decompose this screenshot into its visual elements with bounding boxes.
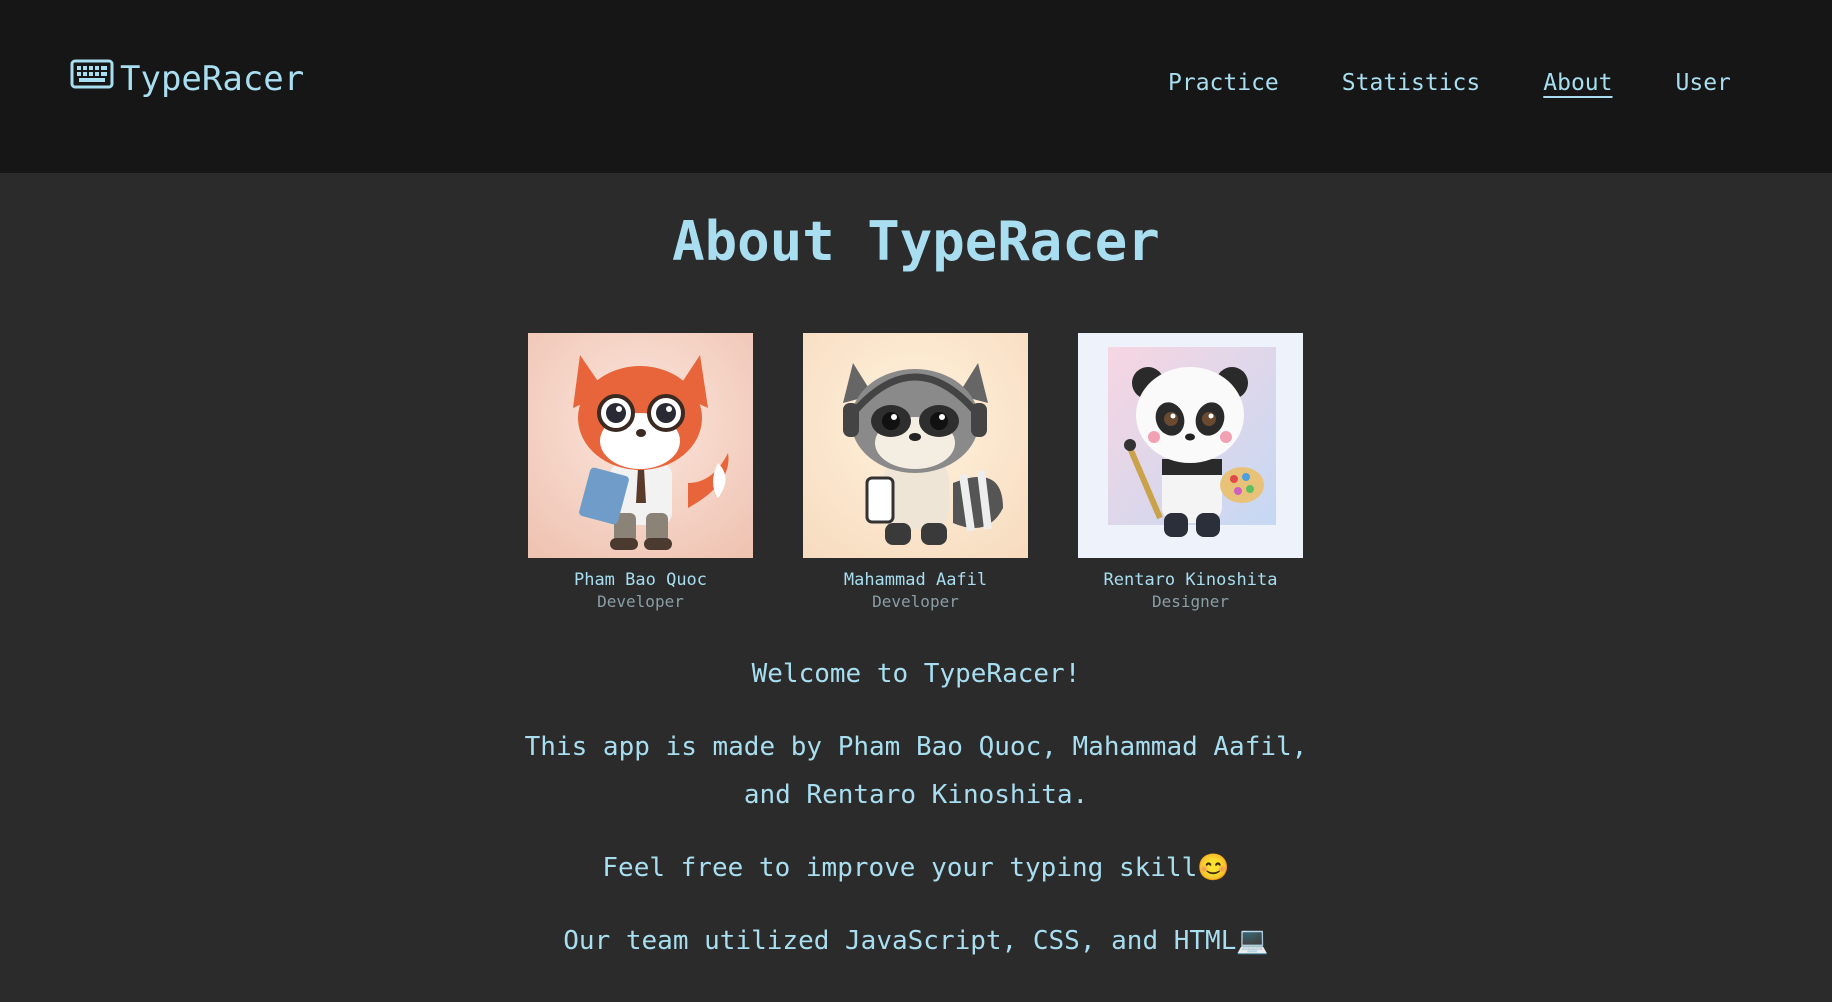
- team-member: Mahammad Aafil Developer: [803, 333, 1028, 611]
- fox-avatar: [528, 333, 753, 558]
- raccoon-avatar: [803, 333, 1028, 558]
- nav-statistics[interactable]: Statistics: [1342, 70, 1480, 96]
- member-name: Mahammad Aafil: [843, 570, 988, 590]
- nav-user[interactable]: User: [1676, 70, 1731, 96]
- about-text: Welcome to TypeRacer! This app is made b…: [0, 650, 1832, 990]
- page-title: About TypeRacer: [672, 210, 1160, 273]
- nav-practice[interactable]: Practice: [1168, 70, 1279, 96]
- brand-name: TypeRacer: [120, 58, 305, 99]
- member-name: Rentaro Kinoshita: [1103, 570, 1278, 590]
- nav-links: Practice Statistics About User: [1168, 70, 1794, 96]
- team-member: Pham Bao Quoc Developer: [528, 333, 753, 611]
- keyboard-icon: [70, 58, 114, 99]
- member-role: Developer: [872, 592, 959, 611]
- nav-about[interactable]: About: [1543, 70, 1612, 96]
- member-name: Pham Bao Quoc: [573, 570, 708, 590]
- tech-stack-text: Our team utilized JavaScript, CSS, and H…: [563, 926, 1269, 956]
- panda-avatar: [1078, 333, 1303, 558]
- brand-link[interactable]: TypeRacer: [70, 58, 304, 99]
- credits-text: This app is made by Pham Bao Quoc, Maham…: [524, 732, 1308, 810]
- navbar: TypeRacer Practice Statistics About User: [0, 0, 1832, 173]
- member-role: Designer: [1151, 592, 1230, 611]
- welcome-text: Welcome to TypeRacer!: [751, 659, 1081, 689]
- team-section: Pham Bao Quoc Developer Mahammad Aafil D…: [528, 333, 1303, 611]
- encouragement-text: Feel free to improve your typing skill😊: [602, 853, 1230, 883]
- member-role: Developer: [597, 592, 684, 611]
- team-member: Rentaro Kinoshita Designer: [1078, 333, 1303, 611]
